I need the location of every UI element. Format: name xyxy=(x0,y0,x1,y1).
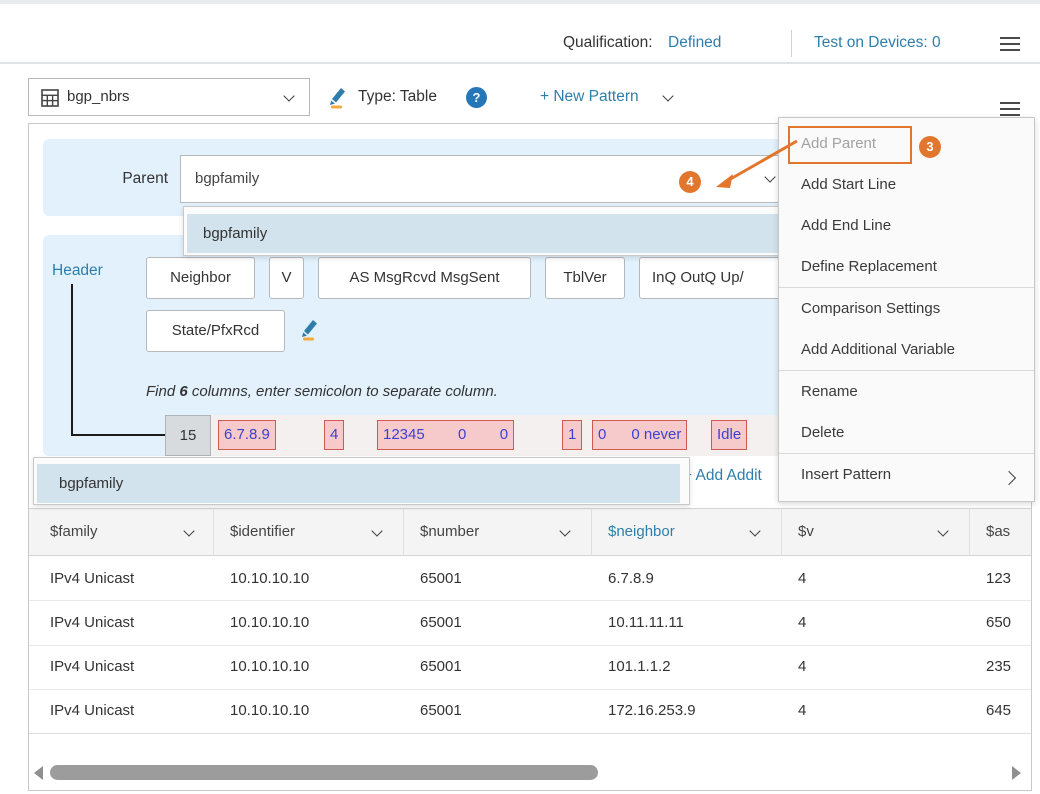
header-box-state-pfxrcd[interactable]: State/PfxRcd xyxy=(146,310,285,352)
row-divider xyxy=(29,689,1031,690)
chevron-down-icon xyxy=(283,90,294,101)
bottom-dropdown-panel: bgpfamily xyxy=(33,457,690,505)
menu-item-add-additional-variable[interactable]: Add Additional Variable xyxy=(779,329,1034,370)
menu-item-insert-pattern[interactable]: Insert Pattern xyxy=(779,454,1034,495)
horizontal-scrollbar-thumb[interactable] xyxy=(50,765,598,780)
cell-as: 235 xyxy=(986,658,1011,675)
annotation-badge-3: 3 xyxy=(919,136,941,158)
column-header-v[interactable]: $v xyxy=(798,508,814,556)
cell-family: IPv4 Unicast xyxy=(50,658,134,675)
menu-item-define-replacement[interactable]: Define Replacement xyxy=(779,246,1034,287)
header-box-as-msgrcvd-msgsent[interactable]: AS MsgRcvd MsgSent xyxy=(318,257,531,299)
cell-number: 65001 xyxy=(420,658,462,675)
header-box-v[interactable]: V xyxy=(269,257,304,299)
parser-pattern-screen: Qualification: Defined Test on Devices: … xyxy=(0,0,1040,794)
cell-as: 645 xyxy=(986,702,1011,719)
scroll-right-arrow-icon[interactable] xyxy=(1012,766,1021,780)
sample-token-inq-outq[interactable]: 0 0 never xyxy=(592,420,687,450)
context-menu: Add Parent Add Start Line Add End Line D… xyxy=(778,117,1035,502)
qualification-label: Qualification: xyxy=(563,34,653,52)
menu-item-add-end-line[interactable]: Add End Line xyxy=(779,205,1034,246)
sample-token-v[interactable]: 4 xyxy=(324,420,344,450)
qualification-menu-icon[interactable] xyxy=(1000,37,1020,51)
hint-count: 6 xyxy=(179,383,187,400)
menu-item-delete[interactable]: Delete xyxy=(779,412,1034,453)
topbar-divider xyxy=(791,30,792,57)
sample-line-number: 15 xyxy=(165,415,211,456)
type-label: Type: Table xyxy=(358,88,437,106)
sample-token-state[interactable]: Idle xyxy=(711,420,747,450)
cell-identifier: 10.10.10.10 xyxy=(230,702,309,719)
pattern-menu-icon[interactable] xyxy=(1000,102,1020,116)
cell-identifier: 10.10.10.10 xyxy=(230,614,309,631)
cell-number: 65001 xyxy=(420,614,462,631)
column-header-identifier[interactable]: $identifier xyxy=(230,508,295,556)
qualification-value-link[interactable]: Defined xyxy=(668,34,721,52)
row-divider xyxy=(29,733,1031,734)
cell-identifier: 10.10.10.10 xyxy=(230,658,309,675)
columns-hint: Find 6 columns, enter semicolon to separ… xyxy=(146,383,498,400)
cell-family: IPv4 Unicast xyxy=(50,570,134,587)
header-box-tblver[interactable]: TblVer xyxy=(545,257,625,299)
menu-item-add-start-line[interactable]: Add Start Line xyxy=(779,164,1034,205)
sample-token-neighbor[interactable]: 6.7.8.9 xyxy=(218,420,276,450)
cell-neighbor: 101.1.1.2 xyxy=(608,658,671,675)
column-header-number[interactable]: $number xyxy=(420,508,479,556)
cell-v: 4 xyxy=(798,570,806,587)
column-separator xyxy=(213,508,214,556)
menu-item-comparison-settings[interactable]: Comparison Settings xyxy=(779,288,1034,329)
table-icon xyxy=(41,89,59,111)
row-divider xyxy=(29,600,1031,601)
edit-header-pencil-icon[interactable] xyxy=(299,317,321,341)
menu-item-rename[interactable]: Rename xyxy=(779,371,1034,412)
column-header-family[interactable]: $family xyxy=(50,508,98,556)
connector-horizontal-line xyxy=(71,434,165,436)
header-line-label: Header xyxy=(52,262,103,280)
cell-v: 4 xyxy=(798,702,806,719)
pattern-select[interactable]: bgp_nbrs xyxy=(28,78,310,116)
column-header-as[interactable]: $as xyxy=(986,508,1010,556)
row-divider xyxy=(29,645,1031,646)
add-additional-link[interactable]: + Add Addit xyxy=(683,467,762,485)
parent-select-value: bgpfamily xyxy=(195,170,259,187)
connector-vertical-line xyxy=(71,284,73,436)
cell-neighbor: 172.16.253.9 xyxy=(608,702,696,719)
column-separator xyxy=(781,508,782,556)
pattern-select-value: bgp_nbrs xyxy=(67,88,130,105)
column-separator xyxy=(591,508,592,556)
cell-family: IPv4 Unicast xyxy=(50,702,134,719)
cell-v: 4 xyxy=(798,658,806,675)
cell-family: IPv4 Unicast xyxy=(50,614,134,631)
cell-v: 4 xyxy=(798,614,806,631)
annotation-badge-4: 4 xyxy=(679,171,701,193)
header-box-neighbor[interactable]: Neighbor xyxy=(146,257,255,299)
table-header-row xyxy=(29,508,1031,556)
new-pattern-chevron-icon[interactable] xyxy=(662,90,673,101)
bottom-dropdown-item-bgpfamily[interactable]: bgpfamily xyxy=(37,464,680,503)
hint-prefix: Find xyxy=(146,383,179,400)
cell-neighbor: 10.11.11.11 xyxy=(608,614,684,631)
annotation-arrow xyxy=(700,130,810,200)
scroll-left-arrow-icon[interactable] xyxy=(34,766,43,780)
parent-label: Parent xyxy=(98,170,168,188)
top-strip xyxy=(0,0,1040,4)
edit-pattern-pencil-icon[interactable] xyxy=(327,85,349,109)
cell-number: 65001 xyxy=(420,702,462,719)
column-separator xyxy=(969,508,970,556)
new-pattern-button[interactable]: + New Pattern xyxy=(540,88,639,106)
header-box-inq-outq[interactable]: InQ OutQ Up/ xyxy=(639,257,791,299)
column-header-neighbor[interactable]: $neighbor xyxy=(608,508,675,556)
hint-suffix: columns, enter semicolon to separate col… xyxy=(188,383,498,400)
cell-neighbor: 6.7.8.9 xyxy=(608,570,654,587)
section-divider xyxy=(0,62,1040,64)
cell-as: 123 xyxy=(986,570,1011,587)
cell-number: 65001 xyxy=(420,570,462,587)
cell-identifier: 10.10.10.10 xyxy=(230,570,309,587)
cell-as: 650 xyxy=(986,614,1011,631)
help-icon[interactable]: ? xyxy=(466,87,487,108)
sample-token-as-msgs[interactable]: 12345 0 0 xyxy=(377,420,514,450)
column-separator xyxy=(403,508,404,556)
test-on-devices-link[interactable]: Test on Devices: 0 xyxy=(814,34,941,52)
sample-token-tblver[interactable]: 1 xyxy=(562,420,582,450)
